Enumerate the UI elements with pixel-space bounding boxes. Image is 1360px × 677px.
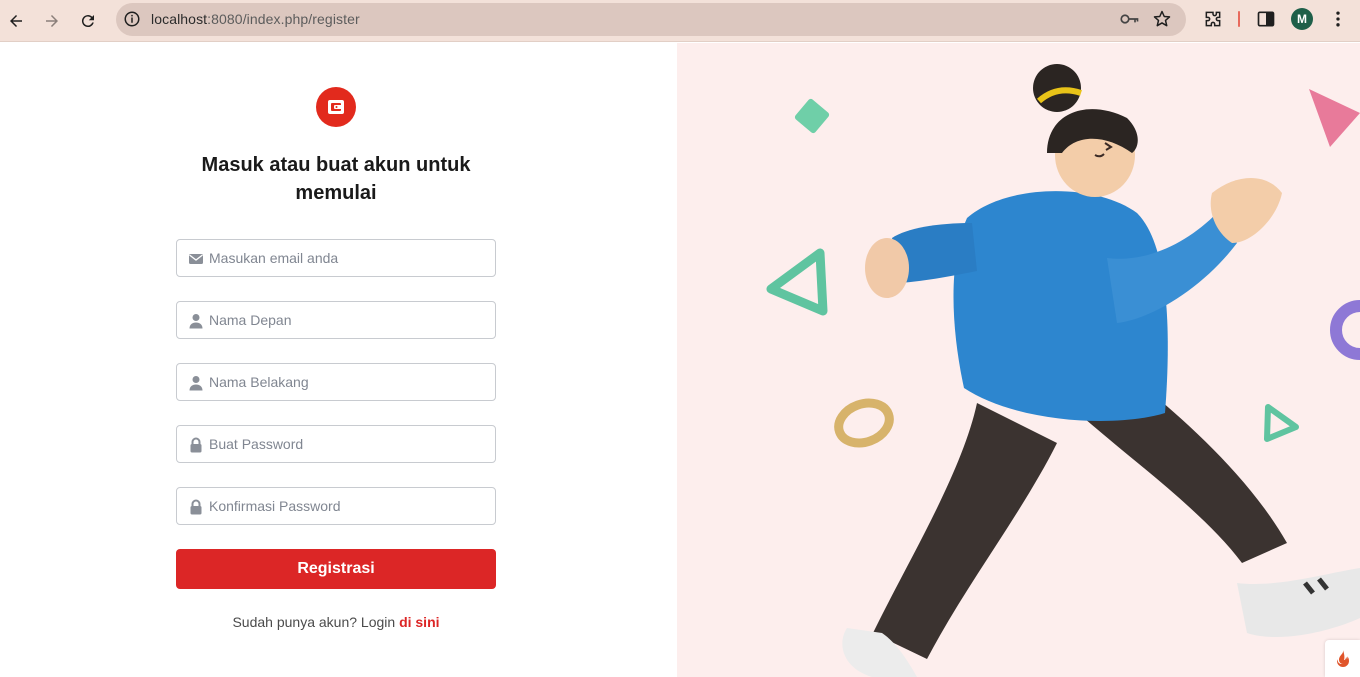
page-title: Masuk atau buat akun untuk memulai [201, 154, 471, 204]
profile-avatar[interactable]: M [1291, 8, 1313, 30]
bookmark-star-icon[interactable] [1152, 9, 1172, 29]
email-input[interactable] [209, 240, 489, 276]
more-menu-icon[interactable] [1328, 9, 1348, 29]
debug-toolbar-badge[interactable] [1325, 640, 1360, 677]
walking-person-illustration [766, 64, 1360, 677]
password-input[interactable] [209, 426, 489, 462]
email-field[interactable] [176, 239, 496, 277]
green-triangle-shape [766, 248, 828, 316]
first-name-input[interactable] [209, 302, 489, 338]
first-name-field[interactable] [176, 301, 496, 339]
purple-ring-shape [1330, 300, 1360, 360]
browser-toolbar: localhost:8080/index.php/register M [0, 0, 1360, 42]
side-panel-icon[interactable] [1256, 9, 1276, 29]
register-button[interactable]: Registrasi [176, 549, 496, 589]
green-diamond-shape [794, 98, 830, 134]
flame-icon [1336, 649, 1349, 667]
small-green-triangle-shape [1264, 404, 1299, 442]
logo [316, 87, 356, 127]
extensions-puzzle-icon[interactable] [1203, 9, 1223, 29]
lock-icon [190, 437, 202, 453]
last-name-input[interactable] [209, 364, 489, 400]
url-host: localhost [151, 11, 208, 27]
address-bar[interactable]: localhost:8080/index.php/register [116, 3, 1186, 36]
last-name-field[interactable] [176, 363, 496, 401]
toolbar-divider [1238, 11, 1240, 27]
wallet-icon [328, 100, 344, 114]
register-panel: Masuk atau buat akun untuk memulai Masuk… [0, 43, 677, 677]
confirm-password-input[interactable] [209, 488, 489, 524]
user-icon [189, 314, 203, 329]
lock-icon [190, 499, 202, 515]
password-key-icon[interactable] [1120, 11, 1140, 27]
url-path: :8080/index.php/register [207, 11, 360, 27]
envelope-icon [189, 254, 203, 264]
site-info-icon[interactable] [123, 10, 141, 28]
login-link[interactable]: di sini [399, 614, 439, 630]
confirm-password-field[interactable] [176, 487, 496, 525]
arrow-left-icon [10, 15, 22, 27]
back-button[interactable] [0, 3, 34, 39]
reload-button[interactable] [70, 3, 106, 39]
illustration-panel [677, 43, 1360, 677]
forward-button[interactable] [34, 3, 70, 39]
gold-ring-shape [834, 398, 894, 448]
login-prompt: Sudah punya akun? Login di sini [176, 614, 496, 630]
login-prompt-text: Sudah punya akun? Login [232, 614, 400, 630]
pink-triangle-shape [1309, 89, 1360, 147]
password-field[interactable] [176, 425, 496, 463]
user-icon [189, 376, 203, 391]
arrow-right-icon [46, 15, 58, 27]
url-text[interactable]: localhost:8080/index.php/register [151, 3, 360, 36]
reload-icon [81, 15, 94, 28]
